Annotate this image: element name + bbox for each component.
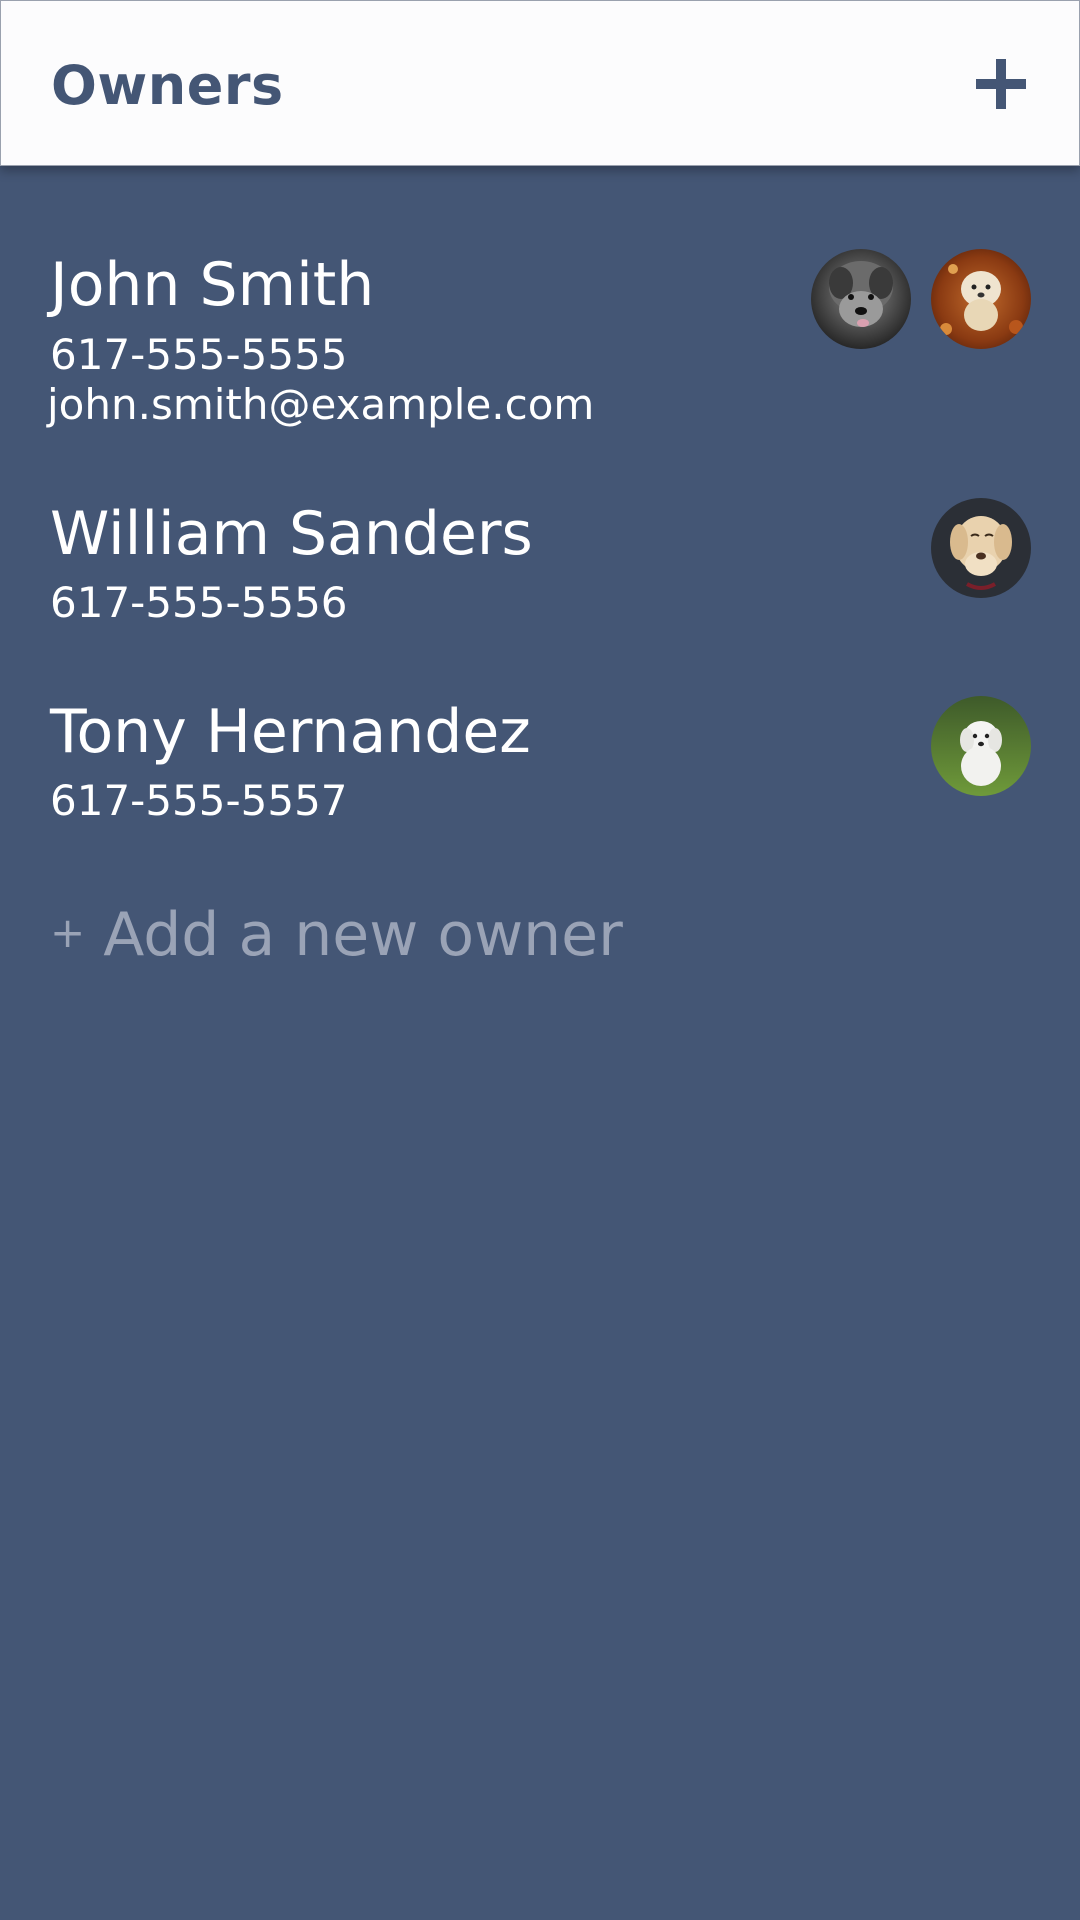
pet-avatar[interactable]: [931, 696, 1031, 796]
page-title: Owners: [51, 54, 284, 117]
owner-phone: 617-555-5555: [50, 330, 348, 379]
add-owner-button[interactable]: + Add a new owner: [50, 893, 623, 975]
app-header: Owners: [0, 0, 1080, 166]
labrador-dog-photo: [931, 498, 1031, 598]
pet-avatar[interactable]: [811, 249, 911, 349]
white-puppy-in-grass-photo: [931, 696, 1031, 796]
owner-name: Tony Hernandez: [50, 697, 531, 767]
owner-phone: 617-555-5556: [50, 578, 348, 627]
pet-avatar[interactable]: [931, 498, 1031, 598]
fluffy-dog-in-leaves-photo: [931, 249, 1031, 349]
owner-phone: 617-555-5557: [50, 776, 348, 825]
plus-icon: +: [50, 908, 86, 957]
owner-name: William Sanders: [50, 499, 533, 569]
owner-name: John Smith: [50, 250, 375, 320]
owner-email: john.smith@example.com: [47, 380, 595, 429]
plus-icon[interactable]: [976, 59, 1026, 109]
pet-avatar[interactable]: [931, 249, 1031, 349]
gray-shaggy-dog-photo: [811, 249, 911, 349]
add-owner-label: Add a new owner: [103, 900, 623, 970]
